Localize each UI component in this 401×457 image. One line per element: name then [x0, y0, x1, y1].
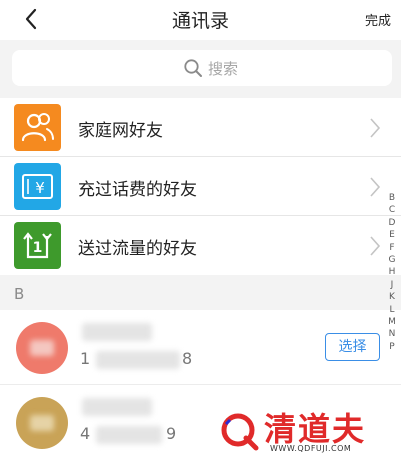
- done-button[interactable]: 完成: [365, 10, 391, 29]
- search-area: 搜索: [0, 40, 401, 98]
- menu-item-recharge-friends[interactable]: ¥ 充过话费的好友: [0, 157, 401, 216]
- friend-category-list: 家庭网好友 ¥ 充过话费的好友 1 送过流量的好友: [0, 98, 401, 275]
- index-letter[interactable]: B: [384, 192, 400, 204]
- index-letter[interactable]: C: [384, 204, 400, 216]
- search-icon: [183, 58, 203, 78]
- index-letter[interactable]: H: [384, 266, 400, 278]
- select-button[interactable]: 选择: [325, 333, 380, 361]
- menu-label: 送过流量的好友: [78, 239, 197, 259]
- data-gift-icon: 1: [14, 222, 61, 269]
- contact-row[interactable]: 1 8 选择: [0, 310, 401, 384]
- menu-label: 充过话费的好友: [78, 180, 197, 200]
- blurred-contact-name: [82, 398, 152, 416]
- index-letter[interactable]: G: [384, 254, 400, 266]
- index-letter[interactable]: D: [384, 217, 400, 229]
- index-letter[interactable]: K: [384, 291, 400, 303]
- phone-end: 9: [166, 424, 178, 443]
- search-input[interactable]: 搜索: [12, 50, 392, 86]
- section-header: B: [0, 279, 401, 310]
- recharge-yen-icon: ¥: [14, 163, 61, 210]
- svg-text:1: 1: [33, 240, 43, 256]
- index-letter[interactable]: F: [384, 242, 400, 254]
- blurred-avatar-initial: [30, 340, 54, 356]
- blurred-avatar-initial: [30, 415, 54, 431]
- phone-start: 4: [80, 424, 92, 443]
- blurred-contact-name: [82, 323, 152, 341]
- watermark: 清道夫 WWW.QDFUJI.COM: [216, 406, 396, 456]
- page-title: 通讯录: [171, 10, 229, 32]
- svg-text:¥: ¥: [35, 179, 45, 197]
- menu-label: 家庭网好友: [78, 121, 163, 141]
- navigation-bar: 通讯录 完成: [0, 0, 401, 40]
- blurred-phone-number: [96, 426, 162, 444]
- chevron-right-icon: [368, 234, 382, 258]
- index-letter[interactable]: J: [384, 279, 400, 291]
- index-letter[interactable]: P: [384, 341, 400, 353]
- search-placeholder: 搜索: [208, 60, 239, 78]
- chevron-right-icon: [368, 175, 382, 199]
- index-letter[interactable]: M: [384, 316, 400, 328]
- index-letter[interactable]: L: [384, 304, 400, 316]
- menu-item-family-friends[interactable]: 家庭网好友: [0, 98, 401, 157]
- menu-item-data-gift-friends[interactable]: 1 送过流量的好友: [0, 216, 401, 275]
- index-letter[interactable]: E: [384, 229, 400, 241]
- section-letter: B: [14, 285, 25, 303]
- family-friends-icon: [14, 104, 61, 151]
- alphabet-index-bar[interactable]: B C D E F G H J K L M N P: [384, 192, 400, 353]
- watermark-url: WWW.QDFUJI.COM: [270, 444, 352, 453]
- blurred-phone-number: [96, 351, 180, 369]
- index-letter[interactable]: N: [384, 328, 400, 340]
- watermark-logo-icon: [216, 408, 260, 452]
- chevron-right-icon: [368, 116, 382, 140]
- phone-end: 8: [182, 349, 194, 368]
- phone-start: 1: [80, 349, 92, 368]
